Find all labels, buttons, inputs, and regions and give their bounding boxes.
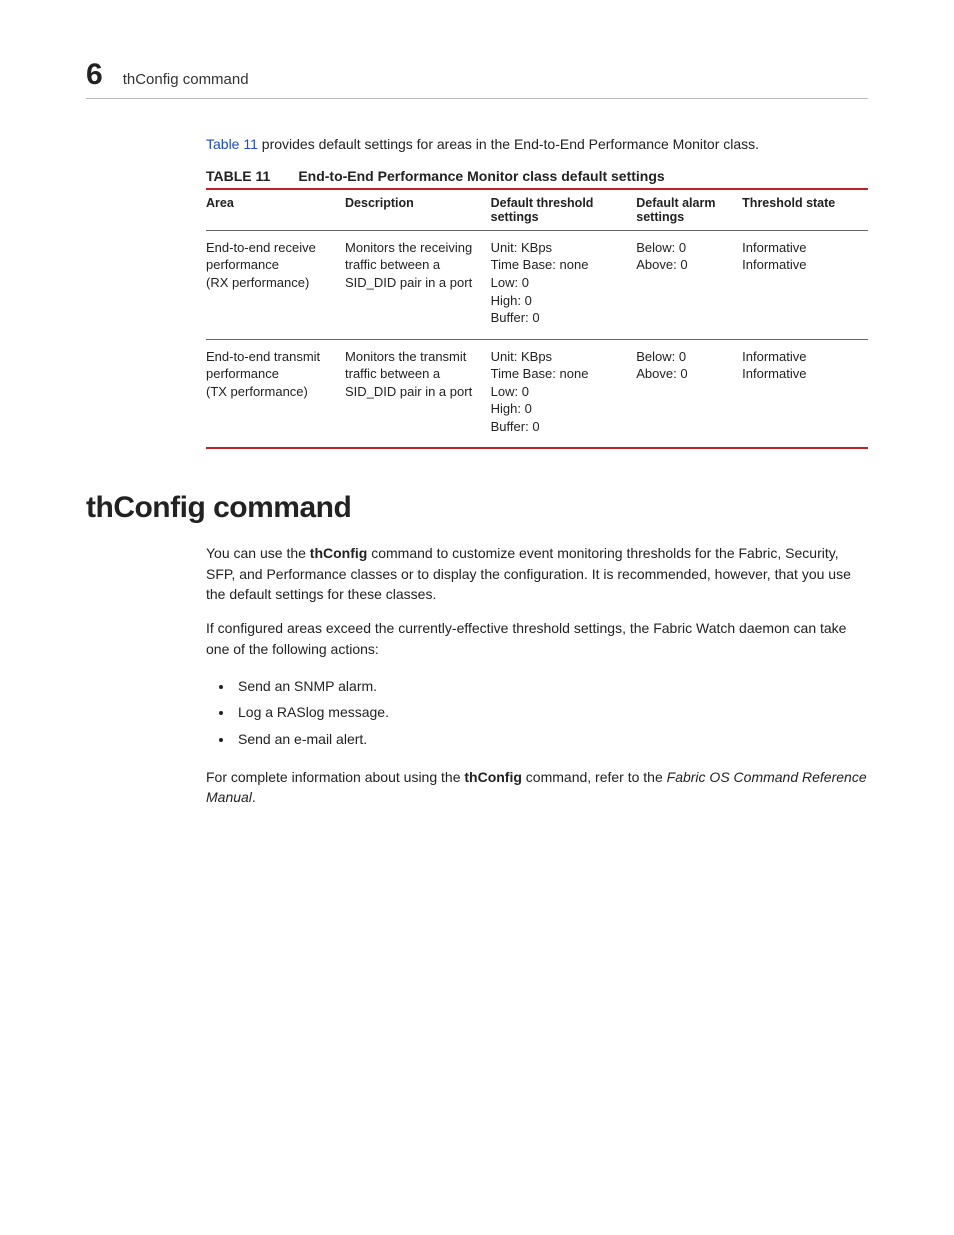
table-row: End-to-end receive performance(RX perfor… xyxy=(206,230,868,339)
table-title: End-to-End Performance Monitor class def… xyxy=(298,168,664,184)
cell-threshold: Unit: KBpsTime Base: noneLow: 0High: 0Bu… xyxy=(491,230,637,339)
text: You can use the xyxy=(206,545,310,561)
list-item: Send an e-mail alert. xyxy=(234,726,868,753)
th-area: Area xyxy=(206,189,345,231)
cell-state: InformativeInformative xyxy=(742,230,868,339)
paragraph-2: If configured areas exceed the currently… xyxy=(206,618,868,659)
paragraph-1: You can use the thConfig command to cust… xyxy=(206,543,868,604)
table-caption: TABLE 11 End-to-End Performance Monitor c… xyxy=(206,168,868,184)
text: . xyxy=(252,789,256,805)
table-header-row: Area Description Default threshold setti… xyxy=(206,189,868,231)
action-list: Send an SNMP alarm. Log a RASlog message… xyxy=(206,673,868,753)
cell-alarm: Below: 0Above: 0 xyxy=(636,339,742,448)
cell-state: InformativeInformative xyxy=(742,339,868,448)
th-description: Description xyxy=(345,189,491,231)
th-threshold: Default threshold settings xyxy=(491,189,637,231)
cell-area: End-to-end receive performance(RX perfor… xyxy=(206,230,345,339)
cell-description: Monitors the transmit traffic between a … xyxy=(345,339,491,448)
table-intro: Table 11 provides default settings for a… xyxy=(206,135,868,154)
cell-threshold: Unit: KBpsTime Base: noneLow: 0High: 0Bu… xyxy=(491,339,637,448)
cell-description: Monitors the receiving traffic between a… xyxy=(345,230,491,339)
running-title: thConfig command xyxy=(123,71,249,88)
cell-area: End-to-end transmit performance(TX perfo… xyxy=(206,339,345,448)
cell-alarm: Below: 0Above: 0 xyxy=(636,230,742,339)
chapter-number: 6 xyxy=(86,58,103,92)
text: For complete information about using the xyxy=(206,769,464,785)
table-intro-rest: provides default settings for areas in t… xyxy=(258,136,759,152)
paragraph-3: For complete information about using the… xyxy=(206,767,868,808)
list-item: Send an SNMP alarm. xyxy=(234,673,868,700)
text: command, refer to the xyxy=(522,769,667,785)
table-row: End-to-end transmit performance(TX perfo… xyxy=(206,339,868,448)
settings-table: Area Description Default threshold setti… xyxy=(206,188,868,449)
section-heading: thConfig command xyxy=(86,491,868,525)
command-name: thConfig xyxy=(464,769,522,785)
th-state: Threshold state xyxy=(742,189,868,231)
command-name: thConfig xyxy=(310,545,368,561)
th-alarm: Default alarm settings xyxy=(636,189,742,231)
running-header: 6 thConfig command xyxy=(86,58,868,99)
table-number: TABLE 11 xyxy=(206,168,270,184)
table-11-link[interactable]: Table 11 xyxy=(206,136,258,152)
list-item: Log a RASlog message. xyxy=(234,699,868,726)
